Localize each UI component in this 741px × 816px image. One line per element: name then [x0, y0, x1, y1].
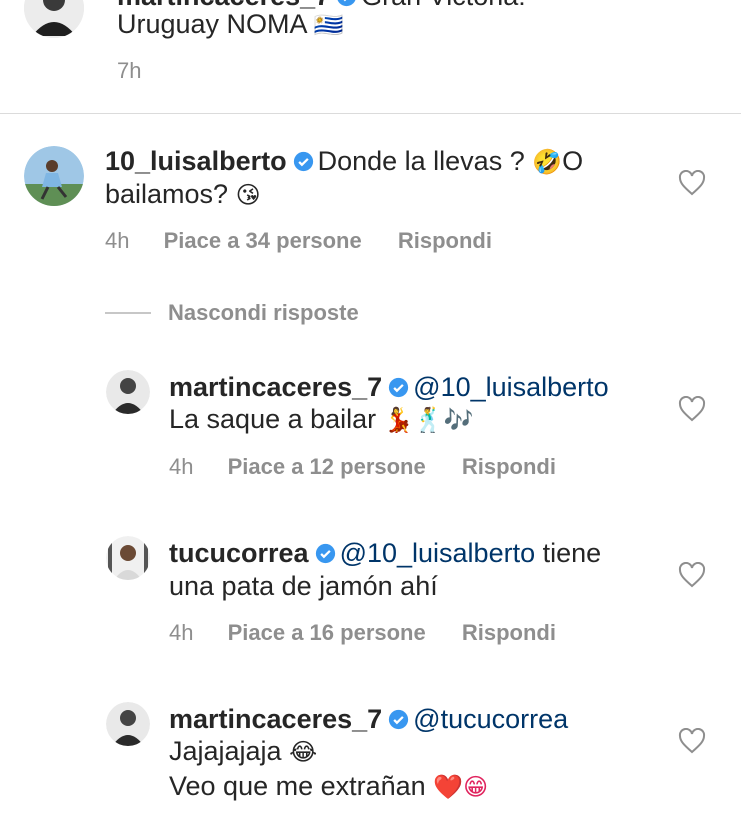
reply-username[interactable]: martincaceres_7: [169, 372, 382, 402]
likes-link[interactable]: Piace a 34 persone: [164, 228, 362, 253]
hide-replies-button[interactable]: Nascondi risposte: [168, 300, 359, 326]
reply-username[interactable]: tucucorrea: [169, 538, 309, 568]
time-label: 4h: [169, 454, 194, 479]
verified-icon: [315, 539, 336, 564]
likes-link[interactable]: Piace a 12 persone: [228, 454, 426, 479]
reply-meta: 4h Piace a 12 persone Rispondi: [169, 454, 556, 480]
reply-text-line3: Veo que me extrañan ❤️😁: [169, 770, 488, 804]
reply-text-part: Jajajajaja: [169, 736, 282, 766]
time-label: 7h: [117, 58, 142, 83]
comment-text-line2: Uruguay NOMA 🇺🇾: [117, 8, 343, 42]
likes-link[interactable]: Piace a 16 persone: [228, 620, 426, 645]
comment-text-line2: bailamos? 😘: [105, 178, 261, 212]
laughing-tears-emoji-icon: 😂: [289, 738, 318, 766]
reply-button[interactable]: Rispondi: [462, 620, 556, 645]
mention-link[interactable]: @tucucorrea: [413, 704, 568, 734]
verified-icon: [336, 0, 357, 7]
like-heart-icon[interactable]: [678, 728, 706, 754]
reply-text-part: Veo que me extrañan: [169, 771, 426, 801]
comment-text: 10_luisalberto Donde la llevas ? 🤣O: [105, 145, 583, 179]
dancing-emoji-icon: 💃🕺🎶: [383, 406, 474, 434]
uruguay-flag-icon: 🇺🇾: [313, 11, 344, 39]
comment-text-part: bailamos?: [105, 179, 229, 209]
like-heart-icon[interactable]: [678, 170, 706, 196]
comment-username[interactable]: 10_luisalberto: [105, 146, 287, 176]
reply-text: tucucorrea @10_luisalberto tiene: [169, 537, 601, 570]
time-label: 4h: [169, 620, 194, 645]
heart-grin-emoji-icon: ❤️😁: [433, 773, 489, 801]
mention-link[interactable]: @10_luisalberto: [413, 372, 609, 402]
reply-button[interactable]: Rispondi: [398, 228, 492, 253]
reply-meta: 4h Piace a 16 persone Rispondi: [169, 620, 556, 646]
like-heart-icon[interactable]: [678, 562, 706, 588]
reply-text-line2: una pata de jamón ahí: [169, 571, 438, 601]
like-heart-icon[interactable]: [678, 396, 706, 422]
comment-text-part: Uruguay NOMA: [117, 9, 307, 39]
comment-time: 7h: [117, 58, 141, 84]
reply-button[interactable]: Rispondi: [462, 454, 556, 479]
divider: [0, 113, 741, 114]
reply-username[interactable]: martincaceres_7: [169, 704, 382, 734]
reply-text-line1: tiene: [542, 538, 602, 568]
avatar[interactable]: [106, 702, 150, 746]
comment-text-line1: Gran Victoria!: [361, 0, 526, 11]
time-label: 4h: [105, 228, 130, 253]
reply-text: martincaceres_7 @10_luisalberto: [169, 371, 609, 404]
comment-text-line1b: O: [562, 146, 584, 176]
verified-icon: [388, 373, 409, 398]
avatar[interactable]: [106, 536, 150, 580]
verified-icon: [388, 705, 409, 730]
avatar[interactable]: [106, 370, 150, 414]
reply-text-line2: La saque a bailar 💃🕺🎶: [169, 403, 473, 437]
avatar[interactable]: [24, 146, 84, 206]
reply-text-part: La saque a bailar: [169, 404, 377, 434]
comment-meta: 4h Piace a 34 persone Rispondi: [105, 228, 492, 254]
reply-text: martincaceres_7 @tucucorrea: [169, 703, 568, 736]
kiss-emoji-icon: 😘: [235, 181, 261, 209]
verified-icon: [293, 147, 314, 172]
mention-link[interactable]: @10_luisalberto: [340, 538, 536, 568]
reply-text-line2: Jajajajaja 😂: [169, 735, 317, 769]
avatar[interactable]: [24, 0, 84, 38]
comment-text-line1: Donde la llevas ?: [317, 146, 525, 176]
hide-replies-line: [105, 312, 151, 314]
rofl-emoji-icon: 🤣: [532, 148, 563, 176]
